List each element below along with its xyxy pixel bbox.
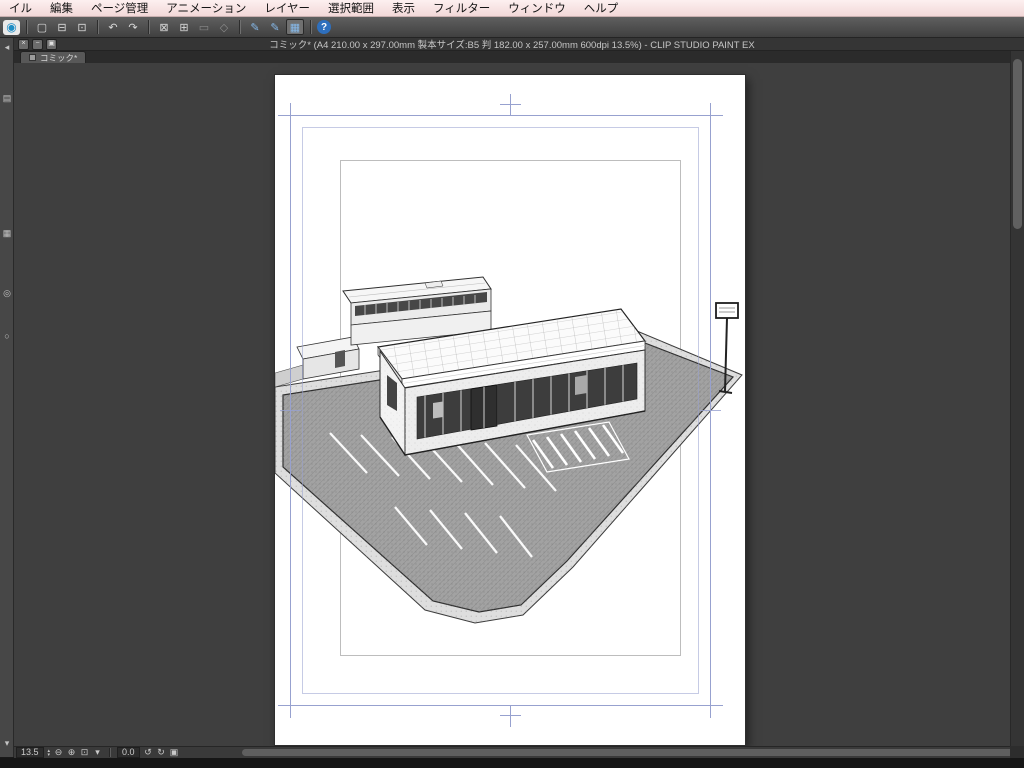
open-file-icon[interactable]: ⊟	[53, 19, 71, 35]
vertical-scrollbar[interactable]	[1010, 51, 1024, 746]
menu-item-view[interactable]: 表示	[383, 0, 424, 16]
fit-to-screen-icon[interactable]: ⊡	[78, 747, 91, 758]
menu-item-selection[interactable]: 選択範囲	[319, 0, 383, 16]
rotation-value[interactable]: 0.0	[117, 747, 140, 758]
document-title-bar: × − ▣ コミック* (A4 210.00 x 297.00mm 製本サイズ:…	[14, 38, 1024, 51]
minimize-window-icon[interactable]: −	[32, 38, 43, 50]
toolbar-separator	[148, 20, 149, 34]
document-tab-bar: コミック*	[14, 51, 1024, 63]
horizontal-scrollbar-thumb[interactable]	[242, 749, 1017, 756]
tab-thumbnail-icon	[29, 54, 36, 61]
status-divider	[109, 748, 111, 757]
store-illustration	[275, 276, 743, 624]
help-icon[interactable]: ?	[317, 20, 331, 34]
toolbar-separator	[310, 20, 311, 34]
menu-item-page-manage[interactable]: ページ管理	[82, 0, 157, 16]
clip-studio-logo[interactable]: ◉	[3, 19, 20, 35]
command-bar: ◉ ▢ ⊟ ⊡ ↶ ↷ ⊠ ⊞ ▭ ◇ ✎ ✎ ▦ ?	[0, 17, 1024, 38]
collapse-panel-icon[interactable]: ◂	[0, 42, 14, 53]
selection-launcher-icon[interactable]: ▭	[195, 19, 213, 35]
palette-dock-icon[interactable]: ▤	[0, 93, 14, 104]
redo-icon[interactable]: ↷	[124, 19, 142, 35]
left-tool-strip: ◂ ▤ ▦ ◎ ○ ▾	[0, 38, 14, 757]
menu-item-file[interactable]: イル	[0, 0, 41, 16]
zoom-out-icon[interactable]: ⊖	[52, 747, 65, 758]
deselect-icon[interactable]: ⊠	[155, 19, 173, 35]
zoom-dropdown-icon[interactable]: ▾	[91, 747, 104, 758]
tab-label: コミック*	[40, 52, 78, 63]
toolbar-separator	[97, 20, 98, 34]
undo-icon[interactable]: ↶	[104, 19, 122, 35]
document-title: コミック* (A4 210.00 x 297.00mm 製本サイズ:B5 判 1…	[269, 40, 755, 51]
zoom-value[interactable]: 13.5	[16, 747, 44, 758]
snap-to-ruler-icon[interactable]: ✎	[246, 19, 264, 35]
save-icon[interactable]: ⊡	[73, 19, 91, 35]
invert-selection-icon[interactable]: ⊞	[175, 19, 193, 35]
quick-access-icon[interactable]: ▦	[0, 228, 14, 239]
new-document-icon[interactable]: ▢	[33, 19, 51, 35]
menu-item-animation[interactable]: アニメーション	[157, 0, 255, 16]
zoom-in-icon[interactable]: ⊕	[65, 747, 78, 758]
scrollbar-corner	[1010, 746, 1024, 758]
reset-view-icon[interactable]: ▣	[168, 747, 181, 758]
tab-comic[interactable]: コミック*	[20, 51, 87, 63]
scroll-down-icon[interactable]: ▾	[0, 738, 14, 749]
snap-to-special-ruler-icon[interactable]: ✎	[266, 19, 284, 35]
menu-item-edit[interactable]: 編集	[41, 0, 82, 16]
snap-to-grid-icon[interactable]: ▦	[286, 19, 304, 35]
transform-icon[interactable]: ◇	[215, 19, 233, 35]
window-bottom-strip	[0, 758, 1024, 768]
rotate-cw-icon[interactable]: ↻	[155, 747, 168, 758]
zoom-stepper-down-icon[interactable]: ▾	[48, 752, 51, 757]
status-bar: 13.5 ▴ ▾ ⊖ ⊕ ⊡ ▾ 0.0 ↺ ↻ ▣	[14, 746, 1024, 758]
close-window-icon[interactable]: ×	[18, 38, 29, 50]
toolbar-separator	[26, 20, 27, 34]
menu-item-help[interactable]: ヘルプ	[575, 0, 628, 16]
canvas-area[interactable]	[14, 63, 1010, 746]
rotate-ccw-icon[interactable]: ↺	[142, 747, 155, 758]
toolbar-separator	[239, 20, 240, 34]
menu-item-layer[interactable]: レイヤー	[255, 0, 319, 16]
vertical-scrollbar-thumb[interactable]	[1013, 59, 1022, 229]
shade-window-icon[interactable]: ▣	[46, 38, 57, 50]
zoom-stepper[interactable]: ▴ ▾	[48, 748, 51, 757]
document-page[interactable]	[275, 75, 745, 745]
page-svg	[275, 94, 743, 727]
item-bank-icon[interactable]: ○	[0, 331, 14, 341]
subview-icon[interactable]: ◎	[0, 288, 14, 299]
menu-item-filter[interactable]: フィルター	[424, 0, 499, 16]
menu-item-window[interactable]: ウィンドウ	[499, 0, 575, 16]
menu-bar: イル 編集 ページ管理 アニメーション レイヤー 選択範囲 表示 フィルター ウ…	[0, 0, 1024, 17]
